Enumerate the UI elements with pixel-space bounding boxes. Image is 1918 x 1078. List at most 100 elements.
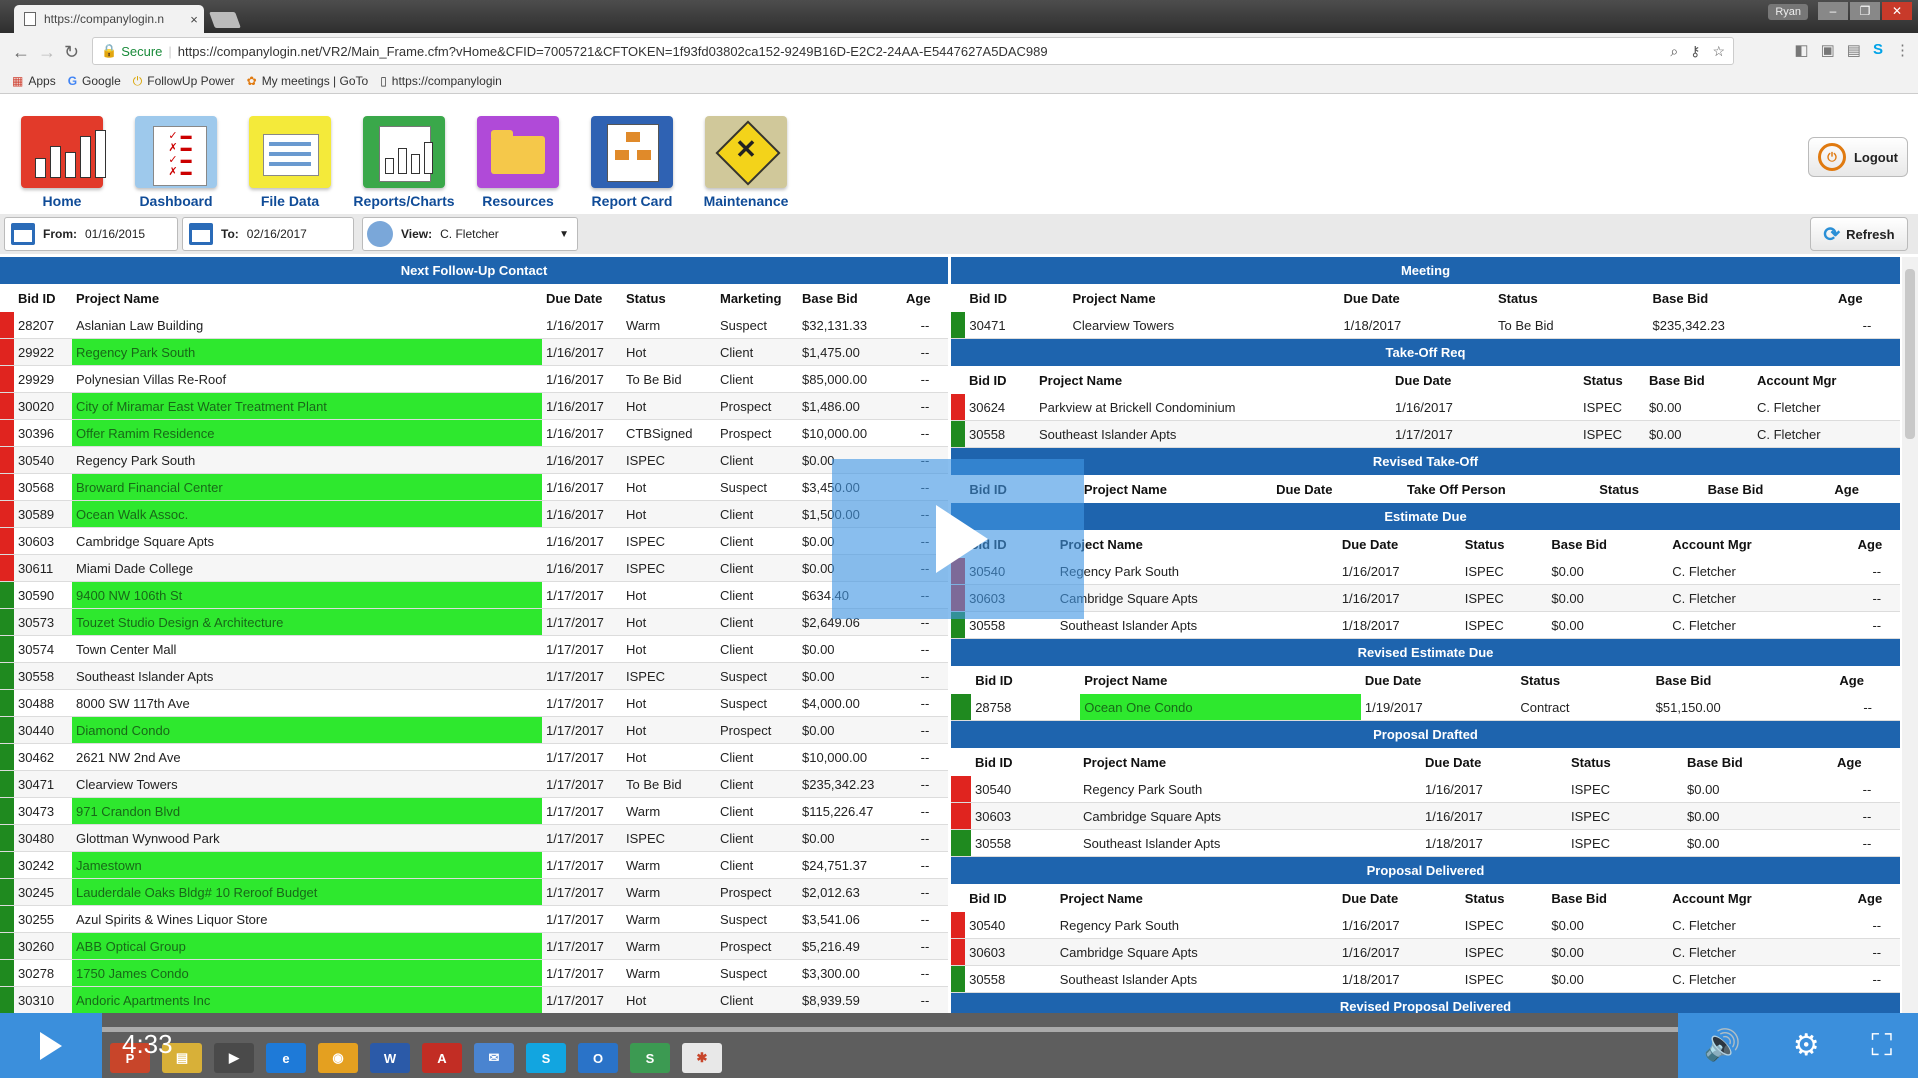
bid-id-cell[interactable]: 30589 xyxy=(14,500,72,528)
column-header[interactable]: Status xyxy=(622,284,716,312)
table-row[interactable]: 30242 Jamestown 1/17/2017 Warm Client $24,751… xyxy=(0,851,948,879)
project-name-cell[interactable]: Southeast Islander Apts xyxy=(1055,611,1338,639)
bid-id-cell[interactable]: 30540 xyxy=(971,776,1079,803)
project-name-cell[interactable]: Southeast Islander Apts xyxy=(1055,965,1338,993)
bid-id-cell[interactable]: 30603 xyxy=(965,938,1056,966)
bookmark-apps[interactable]: ▦ Apps xyxy=(12,74,56,88)
volume-icon[interactable]: 🔊 xyxy=(1704,1028,1741,1063)
scrollbar-thumb[interactable] xyxy=(1905,269,1915,439)
table-row[interactable]: 30245 Lauderdale Oaks Bldg# 10 Reroof Bud… xyxy=(0,878,948,906)
project-name-cell[interactable]: Regency Park South xyxy=(1079,776,1421,803)
toolbar-file-data[interactable]: File Data xyxy=(234,116,346,209)
table-row[interactable]: 30310 Andoric Apartments Inc 1/17/2017 Hot C… xyxy=(0,986,948,1013)
column-header[interactable]: Age xyxy=(902,284,948,312)
project-name-cell[interactable]: Cambridge Square Apts xyxy=(1079,802,1421,830)
column-header[interactable]: Age xyxy=(1830,475,1900,503)
table-row[interactable]: 30471 Clearview Towers 1/17/2017 To Be Bid C… xyxy=(0,770,948,798)
table-row[interactable]: 29929 Polynesian Villas Re-Roof 1/16/2017 T… xyxy=(0,365,948,393)
column-header[interactable]: Bid ID xyxy=(965,284,1068,312)
column-header[interactable]: Project Name xyxy=(1080,475,1272,503)
column-header[interactable]: Bid ID xyxy=(971,748,1079,776)
column-header[interactable]: Account Mgr xyxy=(1668,530,1853,558)
extension-icon[interactable]: ◧ xyxy=(1794,41,1808,59)
back-icon[interactable]: ← xyxy=(12,42,30,63)
column-header[interactable]: Project Name xyxy=(72,284,542,312)
bid-id-cell[interactable]: 30020 xyxy=(14,392,72,420)
column-header[interactable]: Take Off Person xyxy=(1403,475,1595,503)
bid-id-cell[interactable]: 30471 xyxy=(965,312,1069,339)
project-name-cell[interactable]: Cambridge Square Apts xyxy=(1055,938,1338,966)
bid-id-cell[interactable]: 29929 xyxy=(14,365,72,393)
bid-id-cell[interactable]: 30603 xyxy=(971,802,1079,830)
bid-id-cell[interactable]: 28207 xyxy=(14,312,72,339)
bid-id-cell[interactable]: 30568 xyxy=(14,473,72,501)
column-header[interactable]: Due Date xyxy=(1272,475,1403,503)
column-header[interactable]: Project Name xyxy=(1035,366,1391,394)
view-select[interactable]: View: C. Fletcher ▼ xyxy=(362,217,578,251)
skype-extension-icon[interactable]: S xyxy=(1873,41,1883,59)
toolbar-resources[interactable]: Resources xyxy=(462,116,574,209)
bid-id-cell[interactable]: 30574 xyxy=(14,635,72,663)
bid-id-cell[interactable]: 30440 xyxy=(14,716,72,744)
bid-id-cell[interactable]: 30462 xyxy=(14,743,72,771)
taskbar-app-icon[interactable]: S xyxy=(630,1043,670,1073)
table-row[interactable]: 30558 Southeast Islander Apts 1/18/2017 ISP… xyxy=(951,965,1900,993)
project-name-cell[interactable]: Andoric Apartments Inc xyxy=(72,986,542,1013)
bid-id-cell[interactable]: 30558 xyxy=(965,965,1056,993)
column-header[interactable]: Age xyxy=(1854,884,1900,912)
taskbar-app-icon[interactable]: ✱ xyxy=(682,1043,722,1073)
project-name-cell[interactable]: 1750 James Condo xyxy=(72,959,542,987)
column-header[interactable]: Age xyxy=(1835,666,1900,694)
table-row[interactable]: 28207 Aslanian Law Building 1/16/2017 Warm S… xyxy=(0,312,948,339)
column-header[interactable]: Base Bid xyxy=(1652,666,1836,694)
table-row[interactable]: 30568 Broward Financial Center 1/16/2017 Ho… xyxy=(0,473,948,501)
bid-id-cell[interactable]: 30590 xyxy=(14,581,72,609)
table-row[interactable]: 30278 1750 James Condo 1/17/2017 Warm Suspec… xyxy=(0,959,948,987)
project-name-cell[interactable]: Aslanian Law Building xyxy=(72,312,542,339)
bid-id-cell[interactable]: 30558 xyxy=(965,420,1035,448)
bid-id-cell[interactable]: 30471 xyxy=(14,770,72,798)
table-row[interactable]: 30611 Miami Dade College 1/16/2017 ISPEC Cli… xyxy=(0,554,948,582)
column-header[interactable]: Marketing xyxy=(716,284,798,312)
bookmark-gotomeeting[interactable]: ✿ My meetings | GoTo xyxy=(247,74,369,88)
video-play-overlay[interactable] xyxy=(832,459,1084,619)
project-name-cell[interactable]: Regency Park South xyxy=(72,446,542,474)
table-row[interactable]: 30558 Southeast Islander Apts 1/17/2017 ISP… xyxy=(951,420,1900,448)
column-header[interactable]: Bid ID xyxy=(14,284,72,312)
column-header[interactable]: Account Mgr xyxy=(1753,366,1900,394)
table-row[interactable]: 29922 Regency Park South 1/16/2017 Hot Clien… xyxy=(0,338,948,366)
taskbar-app-icon[interactable]: A xyxy=(422,1043,462,1073)
column-header[interactable]: Base Bid xyxy=(1649,284,1834,312)
bookmark-google[interactable]: G Google xyxy=(68,74,121,88)
project-name-cell[interactable]: Cambridge Square Apts xyxy=(72,527,542,555)
taskbar-app-icon[interactable]: ▶ xyxy=(214,1043,254,1073)
project-name-cell[interactable]: 9400 NW 106th St xyxy=(72,581,542,609)
calendar-icon[interactable] xyxy=(11,223,35,245)
bid-id-cell[interactable]: 30473 xyxy=(14,797,72,825)
reload-icon[interactable]: ↻ xyxy=(64,42,79,63)
table-row[interactable]: 30590 9400 NW 106th St 1/17/2017 Hot Client $… xyxy=(0,581,948,609)
bid-id-cell[interactable]: 30396 xyxy=(14,419,72,447)
toolbar-maintenance[interactable]: ✕ Maintenance xyxy=(690,116,802,209)
column-header[interactable]: Base Bid xyxy=(1547,884,1668,912)
project-name-cell[interactable]: 8000 SW 117th Ave xyxy=(72,689,542,717)
bid-id-cell[interactable]: 30540 xyxy=(965,912,1056,939)
column-header[interactable]: Status xyxy=(1567,748,1683,776)
bid-id-cell[interactable]: 30624 xyxy=(965,394,1035,421)
project-name-cell[interactable]: ABB Optical Group xyxy=(72,932,542,960)
table-row[interactable]: 30624 Parkview at Brickell Condominium 1/1… xyxy=(951,394,1900,421)
browser-tab[interactable]: https://companylogin.n × xyxy=(14,5,204,33)
table-row[interactable]: 30558 Southeast Islander Apts 1/17/2017 ISP… xyxy=(0,662,948,690)
toolbar-report-card[interactable]: Report Card xyxy=(576,116,688,209)
calendar-icon[interactable] xyxy=(189,223,213,245)
table-row[interactable]: 30473 971 Crandon Blvd 1/17/2017 Warm Client… xyxy=(0,797,948,825)
project-name-cell[interactable]: Miami Dade College xyxy=(72,554,542,582)
project-name-cell[interactable]: Cambridge Square Apts xyxy=(1055,584,1338,612)
table-row[interactable]: 30540Regency Park South1/16/2017ISPEC$0.… xyxy=(951,912,1900,939)
taskbar-app-icon[interactable]: e xyxy=(266,1043,306,1073)
project-name-cell[interactable]: Town Center Mall xyxy=(72,635,542,663)
project-name-cell[interactable]: Polynesian Villas Re-Roof xyxy=(72,365,542,393)
column-header[interactable]: Age xyxy=(1834,284,1900,312)
column-header[interactable]: Project Name xyxy=(1056,884,1338,912)
table-row[interactable]: 30020 City of Miramar East Water Treatmen… xyxy=(0,392,948,420)
